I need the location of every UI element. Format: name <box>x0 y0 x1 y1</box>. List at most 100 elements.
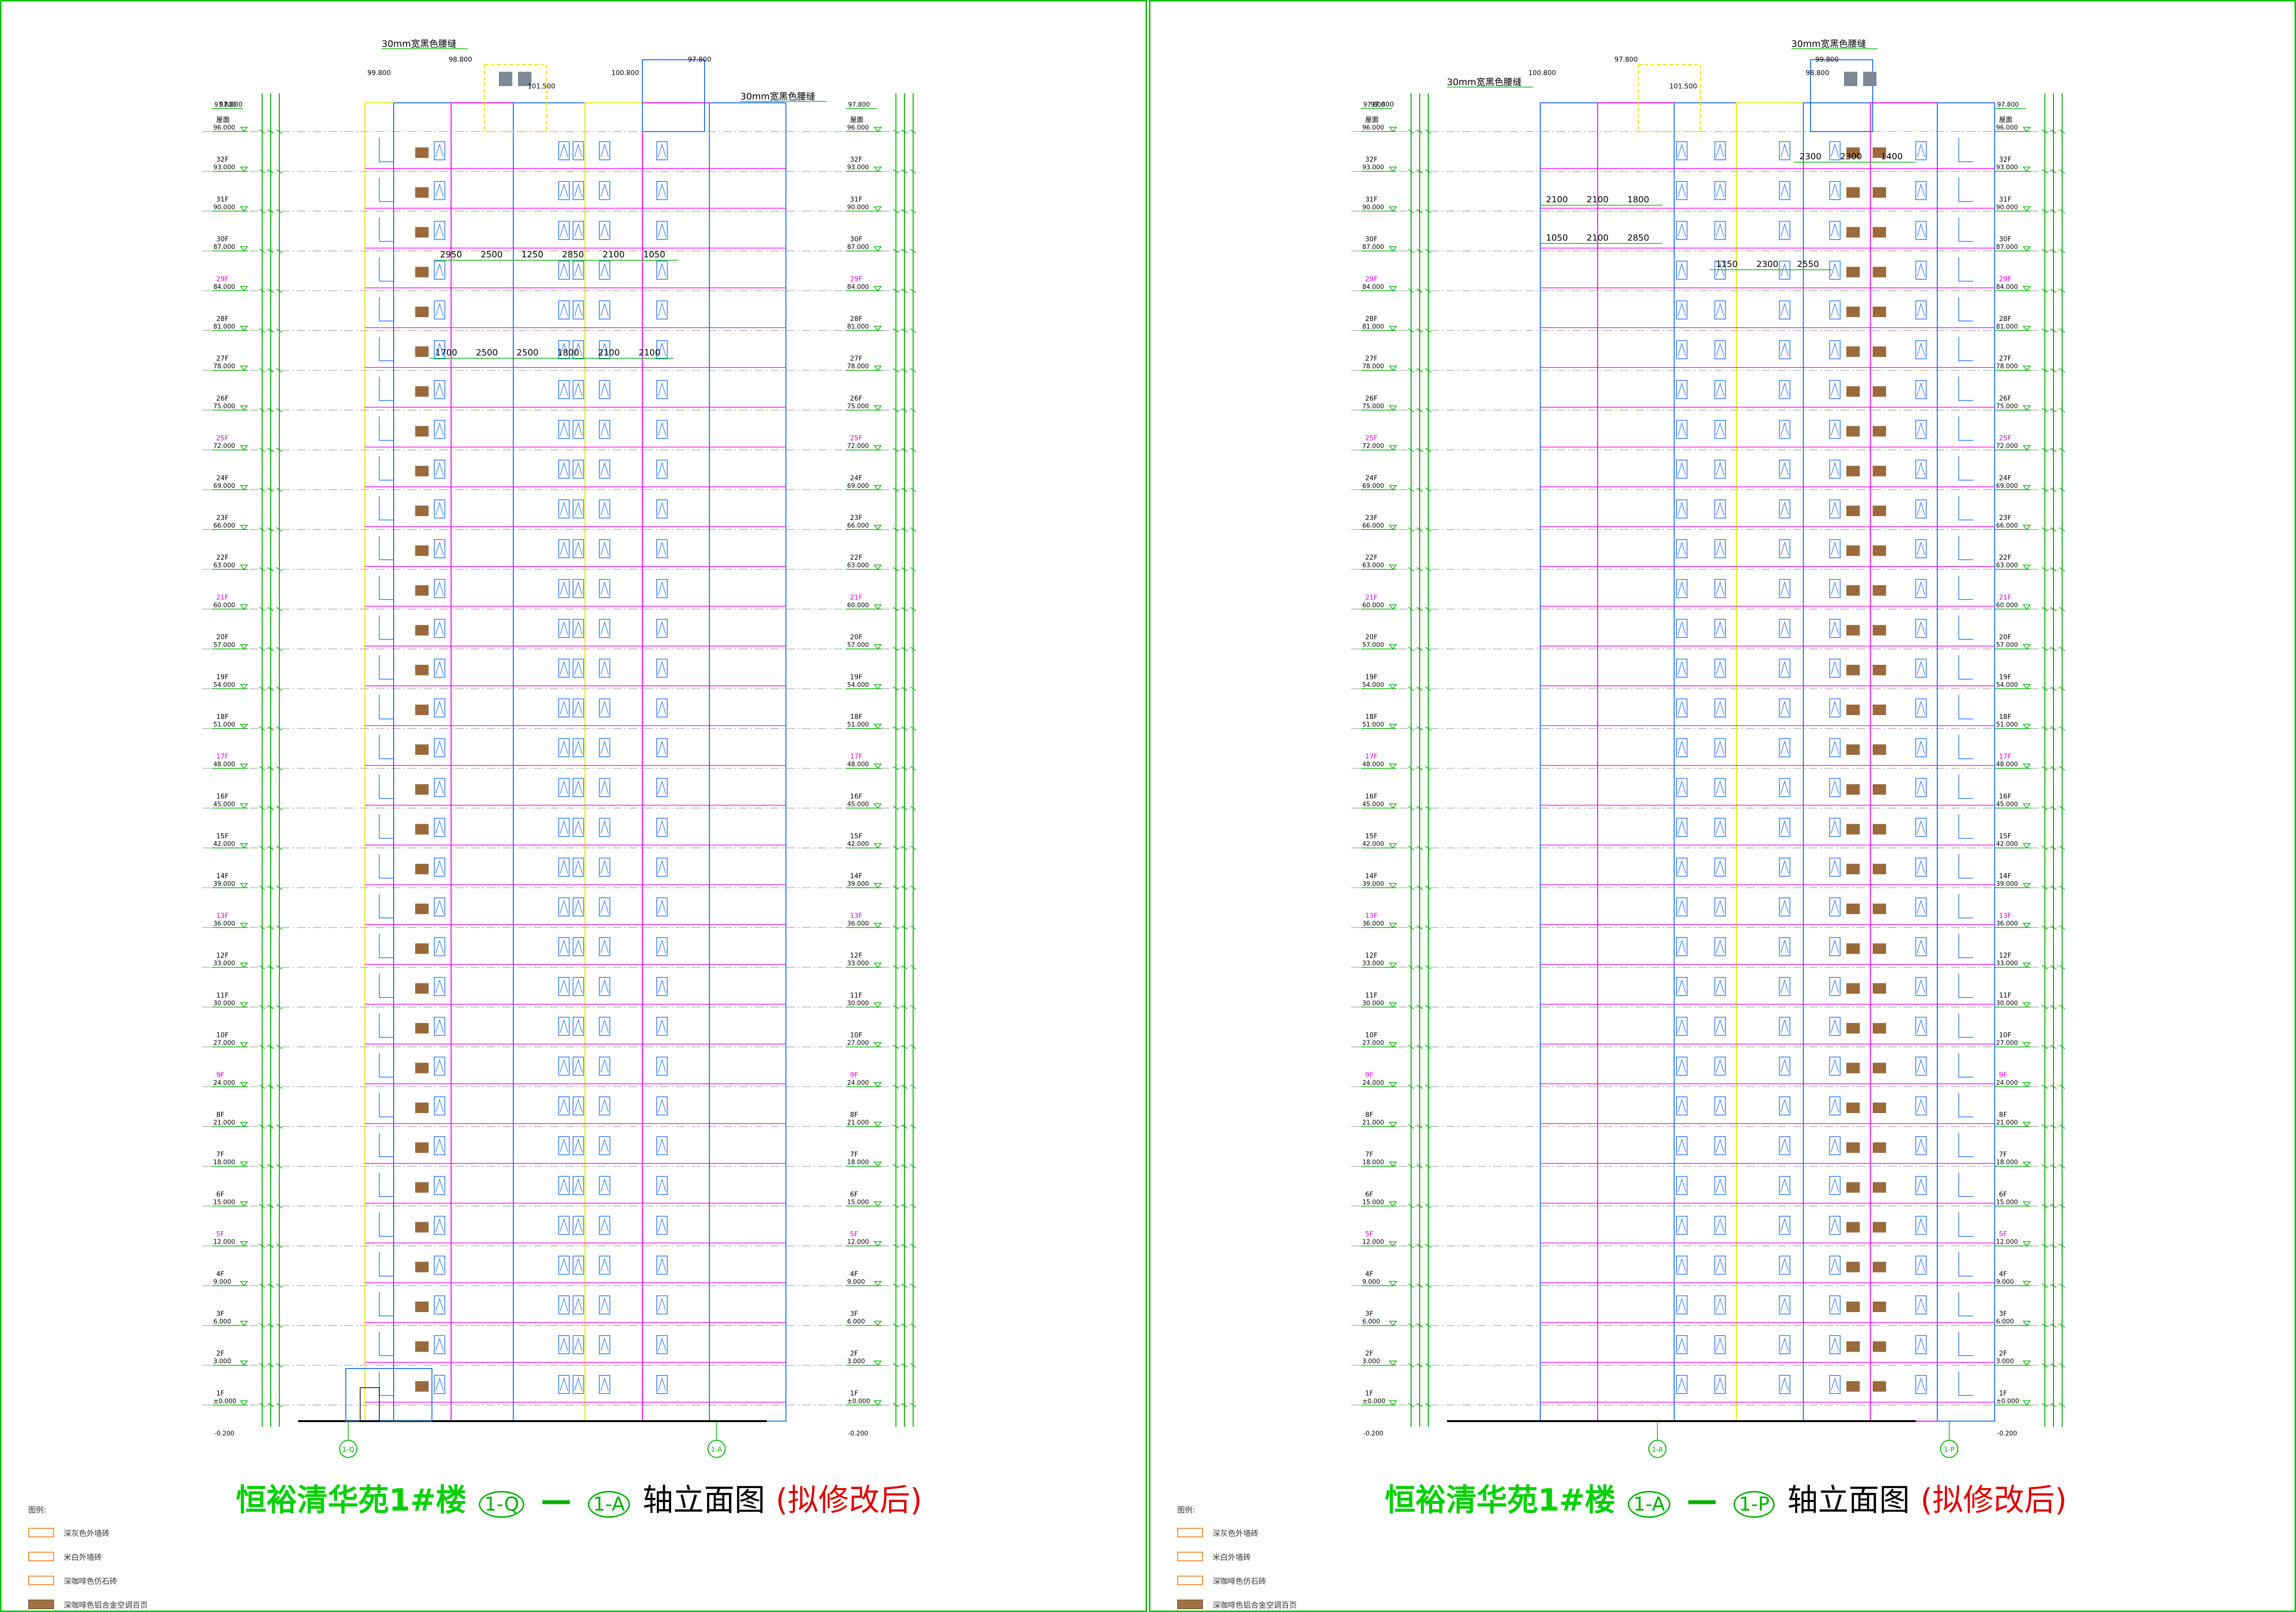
window-opening-mark <box>560 1218 568 1232</box>
balcony-rail <box>379 257 394 282</box>
elevation-triangle <box>873 803 882 809</box>
elevation-triangle <box>873 1122 882 1127</box>
window-opening-mark <box>658 1258 666 1271</box>
legend-label: 米白外墙砖 <box>64 1553 102 1562</box>
floor-elevation: 54.000 <box>1362 682 1384 689</box>
floor-elevation: 57.000 <box>847 642 869 649</box>
elevation-triangle <box>2022 405 2031 411</box>
window-opening-mark <box>600 820 609 834</box>
window-opening-mark <box>560 780 568 794</box>
floor-label: 31F <box>216 196 229 203</box>
window-opening-mark <box>574 661 583 674</box>
floor-label: 24F <box>216 475 229 482</box>
window-opening-mark <box>658 661 666 674</box>
window-opening-mark <box>1716 382 1724 396</box>
floor-elevation: ±0.000 <box>847 1398 870 1405</box>
window-opening-mark <box>1917 700 1925 715</box>
elevation-triangle <box>1389 525 1397 530</box>
elevation-triangle <box>2022 763 2031 769</box>
window-opening-mark <box>658 899 666 914</box>
legend-swatch <box>28 1576 54 1585</box>
window-opening-mark <box>560 979 568 993</box>
balcony-rail <box>379 536 394 560</box>
roof-vent <box>1863 72 1877 86</box>
window-opening-mark <box>1831 621 1839 635</box>
title-note: (拟修改后) <box>775 1483 922 1518</box>
window-opening-mark <box>560 661 568 674</box>
floor-label: 27F <box>1999 355 2011 363</box>
window-opening-mark <box>1917 263 1925 276</box>
dimension-value: 1800 <box>557 348 579 358</box>
legend-label: 米白外墙砖 <box>1213 1553 1251 1562</box>
elevation-triangle <box>240 1281 248 1287</box>
elevation-triangle <box>873 843 882 849</box>
floor-elevation: 39.000 <box>213 881 235 888</box>
window-opening-mark <box>435 183 444 197</box>
top-elevation-label: 97.800 <box>1997 101 2019 109</box>
floor-elevation: 9.000 <box>847 1279 865 1286</box>
balcony-rail <box>1958 456 1973 481</box>
window-opening-mark <box>1917 1337 1925 1351</box>
elevation-triangle <box>873 1082 882 1088</box>
floor-label: 19F <box>1365 674 1378 681</box>
window-opening-mark <box>658 382 666 396</box>
elevation-triangle <box>1389 803 1397 809</box>
window-opening-mark <box>1678 780 1686 794</box>
title-axis-from: 1-A <box>1628 1491 1670 1518</box>
window-opening-mark <box>1831 820 1839 834</box>
elevation-triangle <box>2022 843 2031 849</box>
floor-elevation: 45.000 <box>213 801 235 808</box>
floor-label: 8F <box>1999 1111 2007 1119</box>
elevation-triangle <box>2022 206 2031 212</box>
window-opening-mark <box>1678 501 1686 516</box>
elevation-triangle <box>1389 1042 1397 1048</box>
floor-elevation: 84.000 <box>847 284 869 291</box>
floor-label: 29F <box>1999 276 2011 283</box>
ac-louver <box>1873 426 1886 437</box>
window-opening-mark <box>1716 462 1724 475</box>
ac-louver <box>415 227 429 238</box>
floor-elevation: 51.000 <box>1362 721 1384 729</box>
window-opening-mark <box>574 382 583 396</box>
floor-label: 10F <box>1999 1032 2011 1039</box>
window-opening-mark <box>560 820 568 834</box>
balcony-rail <box>379 934 394 958</box>
ac-louver <box>415 1142 429 1153</box>
balcony-rail <box>379 376 394 401</box>
floor-elevation: 96.000 <box>213 124 235 132</box>
window-opening-mark <box>1716 342 1724 356</box>
window-opening-mark <box>574 223 583 237</box>
ac-louver <box>1873 1222 1886 1233</box>
floor-elevation: 27.000 <box>847 1040 869 1047</box>
window-opening-mark <box>1831 740 1839 754</box>
window-opening-mark <box>560 223 568 237</box>
window-opening-mark <box>658 860 666 873</box>
floor-elevation: 54.000 <box>213 682 235 689</box>
window-opening-mark <box>1678 740 1686 754</box>
elevation-triangle <box>2022 604 2031 610</box>
window-opening-mark <box>600 183 609 197</box>
floor-label: 22F <box>1999 554 2011 562</box>
legend-item: 米白外墙砖 <box>1177 1545 1297 1568</box>
ac-louver <box>1873 1261 1886 1272</box>
floor-elevation: 45.000 <box>1362 801 1384 808</box>
dimension-value: 1150 <box>1716 259 1738 269</box>
title-project: 恒裕清华苑1#楼 <box>236 1483 467 1518</box>
legend-item: 深咖啡色铝合金空调百页 <box>1177 1592 1297 1612</box>
floor-elevation: 96.000 <box>1362 124 1384 132</box>
ac-louver <box>415 824 429 835</box>
elevation-triangle <box>1389 246 1397 252</box>
window-opening-mark <box>435 979 444 993</box>
elevation-triangle <box>2022 803 2031 809</box>
floor-label: 4F <box>850 1270 858 1278</box>
window-opening-mark <box>1716 780 1724 794</box>
ac-louver <box>415 386 429 397</box>
elevation-triangle <box>240 962 248 968</box>
floor-elevation: 3.000 <box>847 1358 865 1365</box>
floor-elevation: 42.000 <box>213 841 235 848</box>
ac-louver <box>415 1381 429 1392</box>
window-opening-mark <box>1917 621 1925 635</box>
window-opening-mark <box>1780 899 1789 914</box>
window-opening-mark <box>1831 501 1839 516</box>
window-opening-mark <box>1917 342 1925 356</box>
